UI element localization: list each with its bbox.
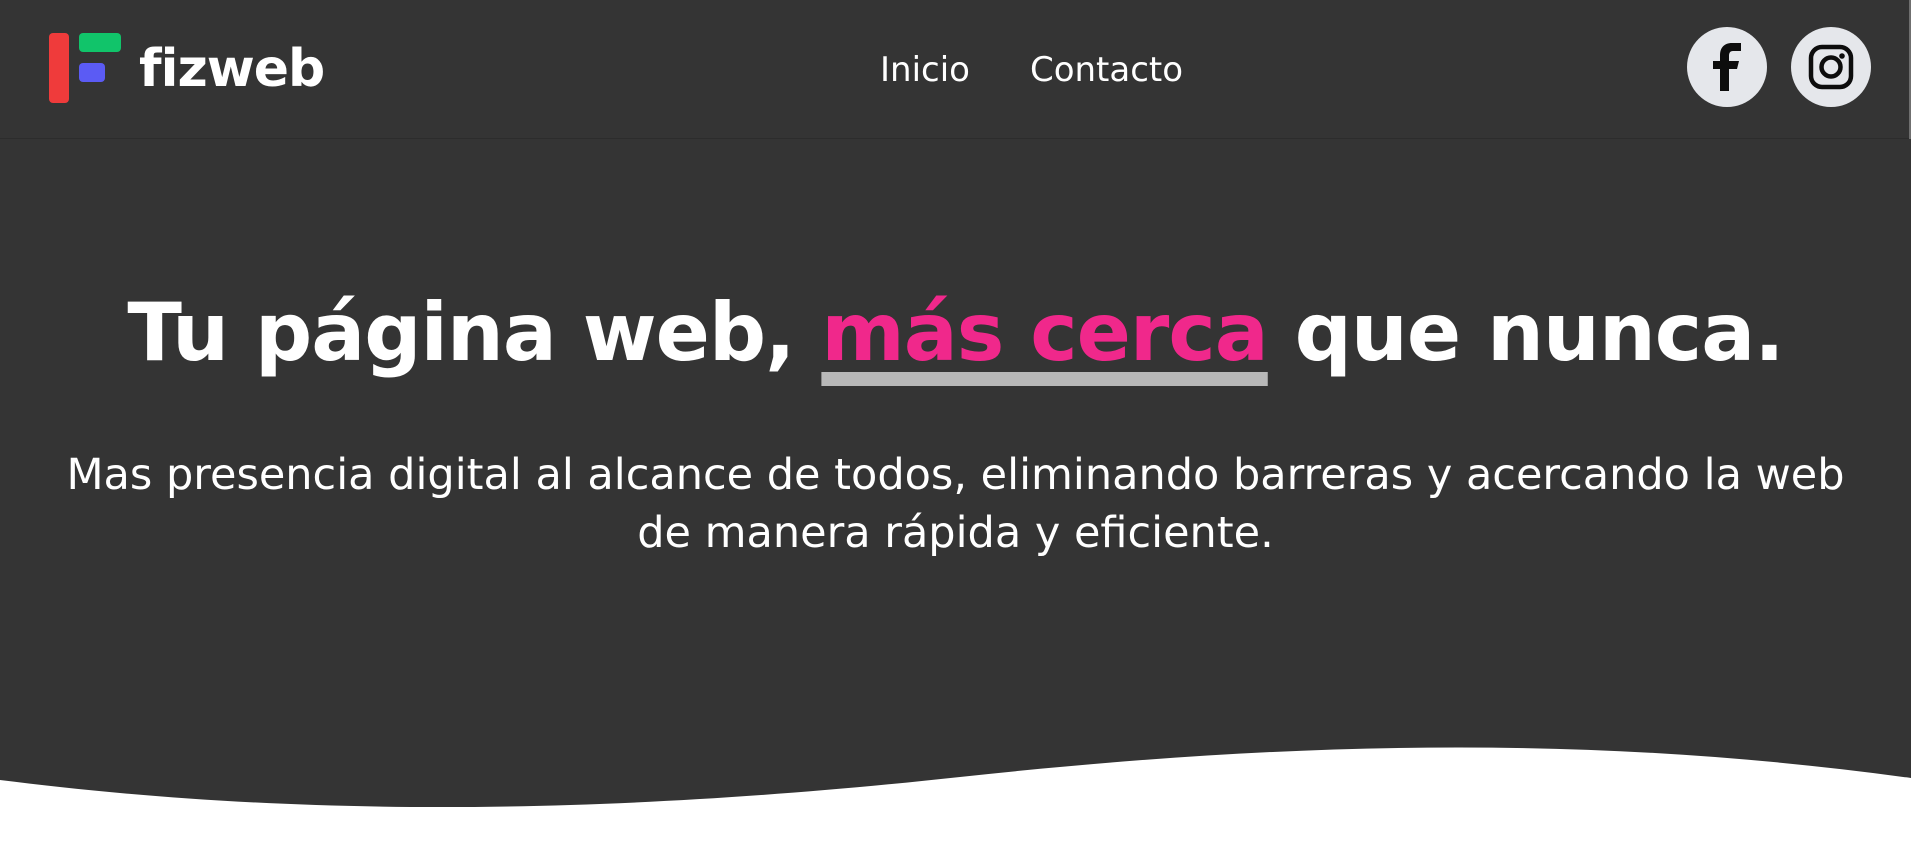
headline-part-2: que nunca.: [1294, 286, 1785, 379]
logo-bar-blue: [79, 63, 105, 82]
hero-wave-divider: [0, 747, 1911, 867]
headline-part-1: Tu página web,: [127, 286, 795, 379]
main-nav: Inicio Contacto: [880, 48, 1183, 93]
hero-subtitle: Mas presencia digital al alcance de todo…: [66, 450, 1845, 558]
facebook-button[interactable]: [1687, 27, 1767, 107]
social-links: [1687, 27, 1871, 107]
brand-logo-link[interactable]: fizweb: [49, 33, 325, 105]
facebook-icon: [1713, 43, 1741, 91]
nav-link-contacto[interactable]: Contacto: [1030, 48, 1183, 93]
logo-bar-green: [79, 33, 121, 52]
brand-name: fizweb: [139, 39, 325, 99]
instagram-button[interactable]: [1791, 27, 1871, 107]
headline-highlight: más cerca: [821, 286, 1268, 379]
fizweb-logo-icon: [49, 33, 121, 105]
nav-link-inicio[interactable]: Inicio: [880, 48, 970, 93]
logo-bar-red: [49, 33, 69, 103]
hero-headline: Tu página web, más cerca que nunca.: [0, 287, 1911, 379]
landing-page: fizweb Inicio Contacto Tu página web, má…: [0, 0, 1911, 867]
instagram-icon: [1808, 44, 1854, 90]
site-header: fizweb Inicio Contacto: [0, 0, 1911, 139]
